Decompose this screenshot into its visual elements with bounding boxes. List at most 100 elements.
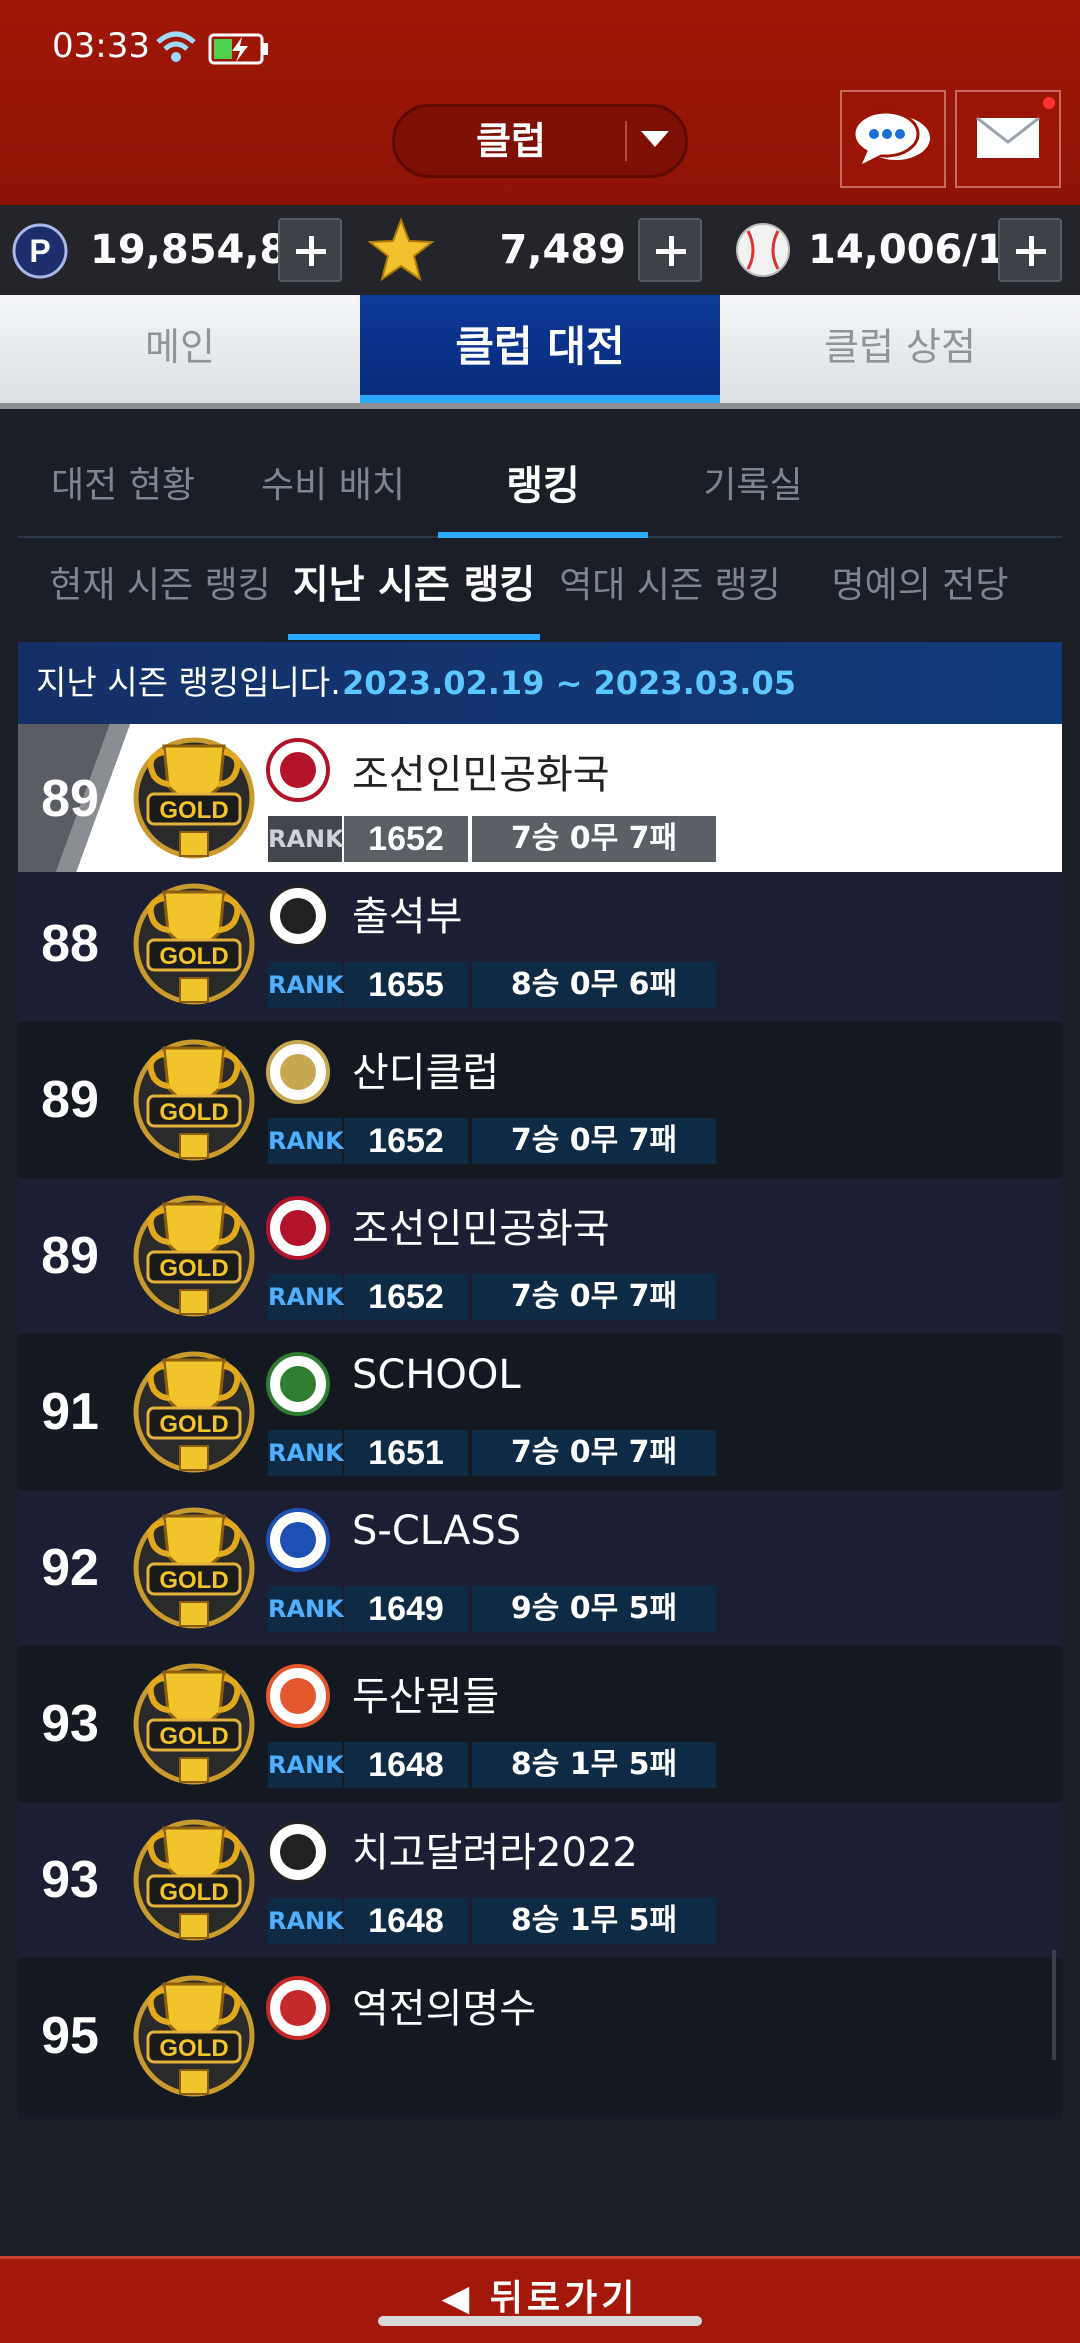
club-emblem-icon <box>266 1664 330 1728</box>
svg-text:GOLD: GOLD <box>159 1255 228 1282</box>
list-item[interactable]: 93 GOLD 두산뭔들 RANK 1648 8승 1무 5패 <box>18 1646 1062 1802</box>
club-emblem-icon <box>266 1976 330 2040</box>
chat-icon <box>852 110 930 164</box>
win-loss-record: 7승 0무 7패 <box>472 1430 716 1476</box>
tab-main[interactable]: 메인 <box>0 295 360 403</box>
club-name: 역전의명수 <box>352 1986 536 2032</box>
svg-text:P: P <box>29 233 50 269</box>
gold-trophy-icon: GOLD <box>130 1966 258 2106</box>
list-item[interactable]: 88 GOLD 출석부 RANK 1655 8승 0무 6패 <box>18 866 1062 1022</box>
club-rank: 92 <box>41 1539 99 1597</box>
my-rank: 89 <box>41 770 99 828</box>
star-icon <box>368 217 434 282</box>
rank-score: 1652 <box>344 1118 468 1164</box>
notification-dot <box>1043 97 1055 109</box>
club-rank: 88 <box>41 915 99 973</box>
club-emblem-icon <box>266 1820 330 1884</box>
win-loss-record: 7승 0무 7패 <box>472 1118 716 1164</box>
list-item[interactable]: 89 GOLD 산디클럽 RANK 1652 7승 0무 7패 <box>18 1022 1062 1178</box>
list-item[interactable]: 92 GOLD S-CLASS RANK 1649 9승 0무 5패 <box>18 1490 1062 1646</box>
list-item[interactable]: 89 GOLD 조선인민공화국 RANK 1652 7승 0무 7패 <box>18 1178 1062 1334</box>
list-item[interactable]: 93 GOLD 치고달려라2022 RANK 1648 8승 1무 5패 <box>18 1802 1062 1958</box>
gold-trophy-icon: GOLD <box>130 874 258 1014</box>
back-label: ◀ 뒤로가기 <box>441 2278 639 2319</box>
club-rank: 89 <box>41 1071 99 1129</box>
star-value: 7,489 <box>499 227 626 273</box>
svg-text:GOLD: GOLD <box>159 943 228 970</box>
add-balls-button[interactable] <box>998 218 1062 282</box>
svg-text:GOLD: GOLD <box>159 1879 228 1906</box>
tab-battle-status[interactable]: 대전 현황 <box>28 456 218 516</box>
club-name: 치고달려라2022 <box>352 1830 638 1876</box>
svg-text:GOLD: GOLD <box>159 2035 228 2062</box>
club-emblem-icon <box>266 738 330 802</box>
rank-score: 1655 <box>344 962 468 1008</box>
rank-label: RANK <box>268 1586 344 1632</box>
chat-button[interactable] <box>840 90 946 188</box>
rank-label: RANK <box>268 1742 344 1788</box>
gold-trophy-icon: GOLD <box>130 1342 258 1482</box>
win-loss-record: 8승 0무 6패 <box>472 962 716 1008</box>
my-record: 7승 0무 7패 <box>472 816 716 862</box>
rank-score: 1651 <box>344 1430 468 1476</box>
list-item[interactable]: 91 GOLD SCHOOL RANK 1651 7승 0무 7패 <box>18 1334 1062 1490</box>
chevron-down-icon <box>641 131 669 147</box>
baseball-icon <box>736 223 790 277</box>
rank-label: RANK <box>268 1430 344 1476</box>
tab-defense-setup[interactable]: 수비 배치 <box>238 456 428 516</box>
tab-current-season[interactable]: 현재 시즌 랭킹 <box>40 556 280 616</box>
win-loss-record: 9승 0무 5패 <box>472 1586 716 1632</box>
active-tab-indicator <box>288 634 540 640</box>
club-name: 두산뭔들 <box>352 1674 500 1720</box>
rank-label: RANK <box>268 1118 344 1164</box>
back-button[interactable]: ◀ 뒤로가기 <box>0 2256 1080 2343</box>
list-item[interactable]: 95 GOLD 역전의명수 <box>18 1958 1062 2114</box>
club-dropdown[interactable]: 클럽 <box>392 104 688 178</box>
p-point-value: 19,854,897 <box>90 227 344 273</box>
add-stars-button[interactable] <box>638 218 702 282</box>
battery-icon <box>208 32 270 70</box>
my-club-row: 89 GOLD 조선인민공화국 RANK 1652 7승 0무 7패 <box>18 724 1062 872</box>
rank-score: 1649 <box>344 1586 468 1632</box>
club-name: S-CLASS <box>352 1508 522 1554</box>
active-tab-indicator <box>438 532 648 538</box>
tab-all-time-season[interactable]: 역대 시즌 랭킹 <box>550 556 790 616</box>
main-tabs: 메인 클럽 대전 클럽 상점 <box>0 295 1080 403</box>
club-rank: 91 <box>41 1383 99 1441</box>
tab-club-battle[interactable]: 클럽 대전 <box>360 295 720 403</box>
rank-label: RANK <box>268 1898 344 1944</box>
club-rank: 95 <box>41 2007 99 2065</box>
status-time: 03:33 <box>52 26 150 66</box>
tab-ranking[interactable]: 랭킹 <box>448 456 638 516</box>
tab-records[interactable]: 기록실 <box>658 456 848 516</box>
club-emblem-icon <box>266 1196 330 1260</box>
my-club-name: 조선인민공화국 <box>352 752 610 798</box>
tab-club-shop[interactable]: 클럽 상점 <box>720 295 1080 403</box>
club-rank: 93 <box>41 1695 99 1753</box>
ranking-list[interactable]: 87GOLDRANK16588승 0무 6패88GOLD출석부RANK16558… <box>18 724 1062 2120</box>
win-loss-record: 8승 1무 5패 <box>472 1742 716 1788</box>
club-emblem-icon <box>266 1508 330 1572</box>
ball-value: 14,006/106 <box>808 227 1061 273</box>
rank-score: 1648 <box>344 1898 468 1944</box>
club-emblem-icon <box>266 1040 330 1104</box>
club-name: 산디클럽 <box>352 1050 500 1096</box>
win-loss-record: 7승 0무 7패 <box>472 1274 716 1320</box>
gold-trophy-icon: GOLD <box>130 1030 258 1170</box>
add-points-button[interactable] <box>278 218 342 282</box>
win-loss-record: 8승 1무 5패 <box>472 1898 716 1944</box>
gold-trophy-icon: GOLD <box>130 1186 258 1326</box>
tab-hall-of-fame[interactable]: 명예의 전당 <box>800 556 1040 616</box>
rank-label: RANK <box>268 1274 344 1320</box>
club-rank: 89 <box>41 1227 99 1285</box>
rank-score: 1652 <box>344 1274 468 1320</box>
banner-date-range: 2023.02.19 ~ 2023.03.05 <box>342 664 796 702</box>
tab-last-season[interactable]: 지난 시즌 랭킹 <box>288 556 540 616</box>
home-indicator <box>378 2316 702 2326</box>
p-point-icon: P <box>12 223 68 279</box>
svg-text:GOLD: GOLD <box>159 797 228 824</box>
club-rank: 93 <box>41 1851 99 1909</box>
scrollbar[interactable] <box>1052 1950 1056 2060</box>
club-name: 조선인민공화국 <box>352 1206 610 1252</box>
svg-text:GOLD: GOLD <box>159 1723 228 1750</box>
